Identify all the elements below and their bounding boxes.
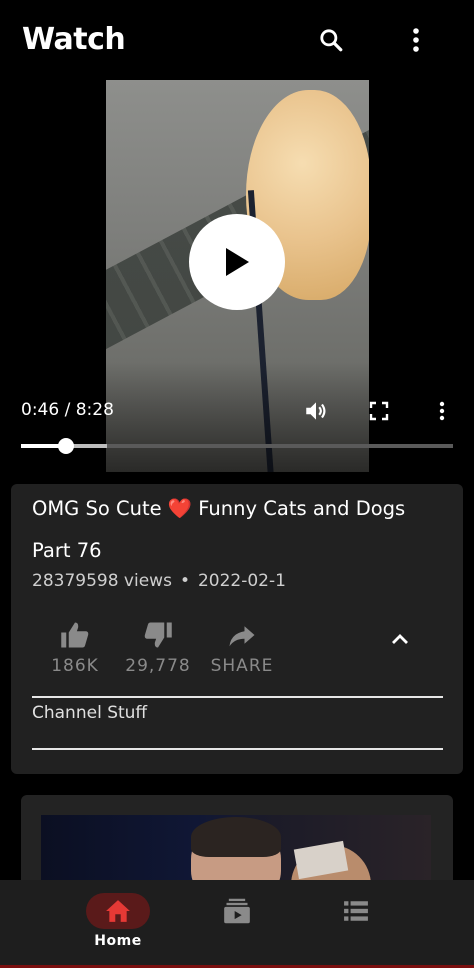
more-vert-icon bbox=[439, 401, 445, 421]
seek-bar-handle[interactable] bbox=[58, 438, 75, 454]
divider bbox=[32, 748, 443, 750]
channel-label: Channel Stuff bbox=[32, 703, 148, 723]
more-vert-icon bbox=[413, 28, 419, 52]
meta-separator: • bbox=[179, 571, 190, 591]
thumb-down-icon bbox=[144, 622, 172, 648]
playback-time: 0:46 / 8:28 bbox=[21, 400, 114, 420]
view-count: 28379598 views bbox=[32, 571, 172, 591]
fullscreen-icon bbox=[369, 401, 389, 421]
search-icon bbox=[320, 29, 343, 52]
share-label: SHARE bbox=[210, 656, 274, 676]
like-count: 186K bbox=[51, 656, 99, 676]
video-player[interactable]: 0:46 / 8:28 bbox=[0, 80, 474, 472]
video-meta: 28379598 views • 2022-02-1 bbox=[32, 571, 286, 591]
library-icon bbox=[344, 901, 368, 921]
play-button[interactable] bbox=[189, 214, 285, 310]
fullscreen-button[interactable] bbox=[364, 396, 394, 426]
upload-date: 2022-02-1 bbox=[197, 571, 286, 591]
nav-label-home: Home bbox=[94, 933, 142, 949]
nav-pill-library bbox=[324, 893, 388, 929]
volume-button[interactable] bbox=[301, 396, 331, 426]
share-button[interactable]: SHARE bbox=[202, 620, 282, 676]
thumb-up-icon bbox=[61, 622, 89, 648]
dislike-button[interactable]: 29,778 bbox=[118, 620, 198, 676]
chevron-up-icon bbox=[392, 634, 408, 644]
play-icon bbox=[226, 248, 249, 276]
nav-item-home[interactable]: Home bbox=[86, 893, 150, 949]
nav-item-library[interactable] bbox=[324, 893, 388, 929]
like-button[interactable]: 186K bbox=[35, 620, 115, 676]
home-icon bbox=[106, 900, 130, 922]
expand-toggle[interactable] bbox=[387, 626, 413, 652]
page-title: Watch bbox=[22, 22, 126, 57]
top-app-bar: Watch bbox=[0, 0, 474, 80]
seek-bar[interactable] bbox=[21, 438, 453, 454]
volume-icon bbox=[306, 402, 326, 420]
nav-pill-home bbox=[86, 893, 150, 929]
more-options-button[interactable] bbox=[396, 20, 436, 60]
subscriptions-icon bbox=[224, 898, 250, 924]
video-title: OMG So Cute ❤️ Funny Cats and Dogs Part … bbox=[32, 497, 406, 562]
player-more-button[interactable] bbox=[427, 396, 457, 426]
nav-item-subscriptions[interactable] bbox=[205, 893, 269, 929]
video-info-card: OMG So Cute ❤️ Funny Cats and Dogs Part … bbox=[11, 484, 463, 774]
dislike-count: 29,778 bbox=[125, 656, 191, 676]
search-button[interactable] bbox=[311, 20, 351, 60]
share-icon bbox=[229, 626, 255, 647]
divider bbox=[32, 696, 443, 698]
bottom-navigation: Home bbox=[0, 880, 474, 968]
nav-pill-subscriptions bbox=[205, 893, 269, 929]
